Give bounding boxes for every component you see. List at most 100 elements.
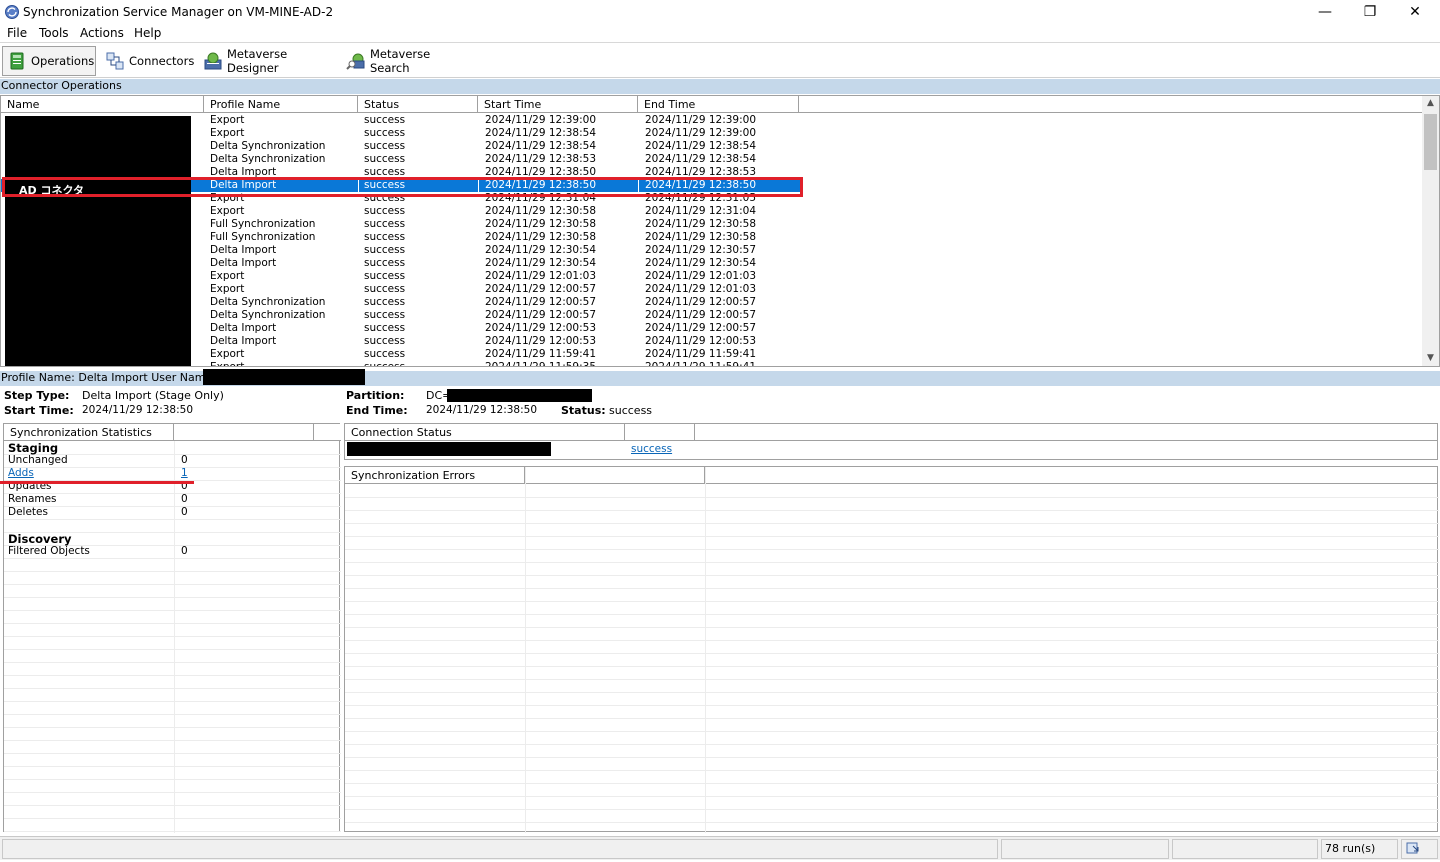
- cell-end-time: 2024/11/29 12:38:54: [645, 153, 757, 165]
- cell-profile-name: Full Synchronization: [210, 218, 316, 230]
- grid-hline: [345, 562, 1439, 563]
- maximize-button[interactable]: ❐: [1347, 0, 1393, 24]
- cell-profile-name: Delta Synchronization: [210, 296, 326, 308]
- cell-end-time: 2024/11/29 12:00:57: [645, 309, 757, 321]
- menu-bar: File Tools Actions Help: [0, 24, 1440, 42]
- operations-button[interactable]: Operations: [2, 46, 96, 76]
- cell-end-time: 2024/11/29 11:59:41: [645, 348, 757, 360]
- grid-hline: [345, 497, 1439, 498]
- grid-hline: [345, 640, 1439, 641]
- status-pane-main: [2, 839, 998, 859]
- grid-hline: [4, 558, 341, 559]
- column-header-start-time[interactable]: Start Time: [478, 96, 638, 113]
- cell-profile-name: Full Synchronization: [210, 231, 316, 243]
- grid-hline: [4, 792, 341, 793]
- column-header-name[interactable]: Name: [1, 96, 204, 113]
- cell-start-time: 2024/11/29 12:00:57: [485, 309, 597, 321]
- sync-errors-col2-header[interactable]: [525, 467, 705, 484]
- menu-help[interactable]: Help: [134, 26, 161, 40]
- column-header-filler: [799, 96, 1423, 113]
- connectors-icon: [105, 51, 125, 71]
- cell-profile-name: Export: [210, 114, 245, 126]
- menu-tools[interactable]: Tools: [39, 26, 69, 40]
- minimize-button[interactable]: —: [1302, 0, 1348, 24]
- menu-file[interactable]: File: [7, 26, 27, 40]
- cell-end-time: 2024/11/29 12:00:57: [645, 322, 757, 334]
- connection-status-header[interactable]: Connection Status: [345, 424, 625, 441]
- cell-end-time: 2024/11/29 11:59:41: [645, 361, 757, 367]
- close-button[interactable]: ✕: [1392, 0, 1438, 24]
- sync-errors-panel: Synchronization Errors: [344, 466, 1439, 833]
- cell-start-time: 2024/11/29 12:30:58: [485, 231, 597, 243]
- cell-start-time: 2024/11/29 12:00:53: [485, 335, 597, 347]
- cell-profile-name: Delta Synchronization: [210, 309, 326, 321]
- grid-hline: [4, 805, 341, 806]
- cell-end-time: 2024/11/29 12:30:58: [645, 231, 757, 243]
- cell-start-time: 2024/11/29 12:30:54: [485, 257, 597, 269]
- sync-statistics-header[interactable]: Synchronization Statistics: [4, 424, 174, 441]
- grid-hline: [345, 705, 1439, 706]
- connection-status-value-header[interactable]: [625, 424, 695, 441]
- redacted-connection-name: [347, 442, 551, 456]
- end-time-value: 2024/11/29 12:38:50: [426, 404, 538, 416]
- grid-vline: [174, 424, 175, 833]
- grid-hline: [4, 701, 341, 702]
- metaverse-search-button[interactable]: Metaverse Search: [342, 46, 472, 76]
- grid-hline: [345, 757, 1439, 758]
- refresh-icon: [1405, 842, 1421, 859]
- menu-actions[interactable]: Actions: [80, 26, 124, 40]
- grid-hline: [345, 731, 1439, 732]
- stat-value-deletes: 0: [181, 506, 188, 518]
- connector-operations-grid[interactable]: Name Profile Name Status Start Time End …: [0, 95, 1440, 367]
- sync-errors-header[interactable]: Synchronization Errors: [345, 467, 525, 484]
- grid-hline: [345, 692, 1439, 693]
- column-header-end-time[interactable]: End Time: [638, 96, 799, 113]
- scroll-thumb[interactable]: [1424, 114, 1437, 170]
- grid-hline: [4, 597, 341, 598]
- grid-hline: [4, 636, 341, 637]
- grid-hline: [4, 649, 341, 650]
- annotation-underline-adds: [0, 481, 194, 484]
- cell-end-time: 2024/11/29 12:31:04: [645, 205, 757, 217]
- cell-end-time: 2024/11/29 12:01:03: [645, 283, 757, 295]
- cell-start-time: 2024/11/29 12:38:54: [485, 127, 597, 139]
- cell-profile-name: Export: [210, 205, 245, 217]
- cell-start-time: 2024/11/29 12:00:57: [485, 283, 597, 295]
- status-pane-3: [1172, 839, 1318, 859]
- grid-hline: [345, 653, 1439, 654]
- grid-hline: [345, 575, 1439, 576]
- cell-profile-name: Delta Import: [210, 257, 277, 269]
- connection-status-link[interactable]: success: [631, 443, 672, 455]
- step-type-value: Delta Import (Stage Only): [82, 389, 224, 402]
- stat-value-adds[interactable]: 1: [181, 467, 188, 479]
- grid-hline: [4, 584, 341, 585]
- stat-label-adds[interactable]: Adds: [8, 467, 34, 479]
- column-header-profile-name[interactable]: Profile Name: [204, 96, 358, 113]
- grid-hline: [345, 796, 1439, 797]
- metaverse-designer-button[interactable]: Metaverse Designer: [199, 46, 339, 76]
- toolbar: Operations Connectors Metaverse Designer…: [0, 42, 1440, 78]
- end-time-label: End Time:: [346, 404, 408, 417]
- status-label: Status:: [561, 404, 606, 417]
- status-bar: 78 run(s): [0, 836, 1440, 860]
- sync-statistics-value-header[interactable]: [174, 424, 314, 441]
- grid-hline: [4, 818, 341, 819]
- cell-profile-name: Export: [210, 127, 245, 139]
- column-header-status[interactable]: Status: [358, 96, 478, 113]
- connectors-button[interactable]: Connectors: [101, 46, 194, 76]
- operations-vertical-scrollbar[interactable]: ▲ ▼: [1422, 96, 1439, 366]
- grid-vline: [525, 467, 526, 833]
- grid-hline: [4, 740, 341, 741]
- metaverse-designer-icon: [203, 51, 223, 71]
- grid-hline: [4, 727, 341, 728]
- cell-start-time: 2024/11/29 12:00:57: [485, 296, 597, 308]
- title-bar: Synchronization Service Manager on VM-MI…: [0, 0, 1440, 24]
- sync-statistics-filler-header: [314, 424, 341, 441]
- grid-hline: [345, 523, 1439, 524]
- grid-hline: [4, 519, 341, 520]
- scroll-up-icon[interactable]: ▲: [1422, 96, 1439, 111]
- staging-title: Staging: [8, 441, 59, 455]
- cell-start-time: 2024/11/29 12:38:53: [485, 153, 597, 165]
- scroll-down-icon[interactable]: ▼: [1422, 351, 1439, 366]
- discovery-title: Discovery: [8, 532, 72, 546]
